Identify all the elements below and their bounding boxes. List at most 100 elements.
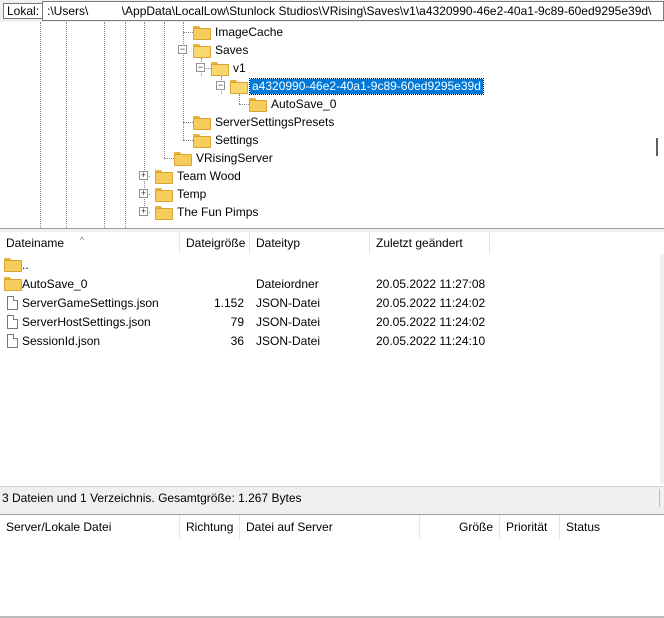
- tree-item-temp[interactable]: Temp: [155, 185, 208, 203]
- file-type: JSON-Datei: [256, 315, 321, 329]
- folder-icon: [193, 116, 211, 130]
- file-list-scrollbar[interactable]: [660, 254, 664, 484]
- collapse-icon[interactable]: −: [196, 63, 205, 72]
- column-header-filename[interactable]: Dateiname ^: [0, 232, 180, 254]
- folder-icon: [193, 134, 211, 148]
- tree-item-label: ServerSettingsPresets: [215, 114, 335, 129]
- status-divider: [659, 489, 660, 507]
- file-type: JSON-Datei: [256, 334, 321, 348]
- file-name-cell: AutoSave_0: [4, 275, 87, 294]
- queue-column-status[interactable]: Status: [560, 515, 664, 539]
- tree-guide-line: [66, 22, 67, 228]
- column-header-label: Zuletzt geändert: [376, 236, 463, 250]
- local-file-list[interactable]: Dateiname ^ Dateigröße Dateityp Zuletzt …: [0, 232, 664, 484]
- tree-guide-line: [125, 22, 126, 228]
- tree-connector: [183, 122, 193, 123]
- expand-icon[interactable]: +: [139, 171, 148, 180]
- file-name-cell: ServerHostSettings.json: [7, 313, 151, 332]
- tree-scrollbar-thumb[interactable]: [656, 138, 658, 156]
- file-row-servergamesettings[interactable]: ServerGameSettings.json 1.152 JSON-Datei…: [0, 294, 664, 313]
- tree-guide-line: [40, 22, 41, 228]
- file-row-autosave-0[interactable]: AutoSave_0 Dateiordner 20.05.2022 11:27:…: [0, 275, 664, 294]
- sort-ascending-icon: ^: [80, 235, 85, 245]
- tree-guide-line: [144, 22, 145, 214]
- tree-item-autosave-0[interactable]: AutoSave_0: [249, 95, 338, 113]
- column-header-label: Server/Lokale Datei: [6, 520, 112, 534]
- tree-item-label: Settings: [215, 132, 259, 147]
- tree-item-label-selected: a4320990-46e2-40a1-9c89-60ed9295e39d: [249, 77, 484, 95]
- tree-item-v1[interactable]: v1: [211, 59, 248, 77]
- tree-item-label: Saves: [215, 42, 249, 57]
- tree-connector: [183, 32, 193, 33]
- column-header-label: Dateiname: [6, 236, 65, 250]
- tree-connector: [239, 104, 249, 105]
- folder-icon: [4, 258, 22, 273]
- file-name: SessionId.json: [22, 334, 101, 348]
- tree-item-the-fun-pimps[interactable]: The Fun Pimps: [155, 203, 260, 221]
- file-size: 1.152: [213, 296, 244, 310]
- file-modified: 20.05.2022 11:24:02: [376, 315, 486, 329]
- file-name-cell: SessionId.json: [7, 332, 100, 351]
- tree-item-label: AutoSave_0: [271, 96, 337, 111]
- file-name-cell: ServerGameSettings.json: [7, 294, 159, 313]
- folder-icon: [155, 206, 173, 220]
- tree-item-vrisingserver[interactable]: VRisingServer: [174, 149, 275, 167]
- file-name: AutoSave_0: [22, 277, 88, 291]
- collapse-icon[interactable]: −: [216, 81, 225, 90]
- column-header-label: Datei auf Server: [246, 520, 333, 534]
- column-header-filetype[interactable]: Dateityp: [250, 232, 370, 254]
- folder-icon: [193, 26, 211, 40]
- file-row-sessionid[interactable]: SessionId.json 36 JSON-Datei 20.05.2022 …: [0, 332, 664, 351]
- column-header-label: Dateityp: [256, 236, 301, 250]
- file-icon: [7, 314, 18, 329]
- tree-item-serversettingspresets[interactable]: ServerSettingsPresets: [193, 113, 336, 131]
- column-header-label: Richtung: [186, 520, 234, 534]
- queue-column-size[interactable]: Größe: [420, 515, 500, 539]
- tree-item-label: VRisingServer: [196, 150, 273, 165]
- file-size: 79: [230, 315, 244, 329]
- file-modified: 20.05.2022 11:27:08: [376, 277, 486, 291]
- file-row-serverhostsettings[interactable]: ServerHostSettings.json 79 JSON-Datei 20…: [0, 313, 664, 332]
- folder-open-icon: [230, 80, 248, 94]
- column-header-label: Größe: [458, 520, 493, 534]
- collapse-icon[interactable]: −: [178, 45, 187, 54]
- local-path-label: Lokal:: [3, 3, 44, 19]
- tree-item-label: Temp: [177, 186, 207, 201]
- queue-column-direction[interactable]: Richtung: [180, 515, 240, 539]
- queue-column-priority[interactable]: Priorität: [500, 515, 560, 539]
- folder-icon: [249, 98, 267, 112]
- file-name: ..: [22, 258, 29, 272]
- folder-icon: [155, 188, 173, 202]
- folder-icon: [4, 277, 22, 292]
- file-modified: 20.05.2022 11:24:10: [376, 334, 486, 348]
- tree-item-label: The Fun Pimps: [177, 204, 259, 219]
- tree-item-save-guid[interactable]: a4320990-46e2-40a1-9c89-60ed9295e39d: [230, 77, 484, 95]
- file-row-parent[interactable]: ..: [0, 256, 664, 275]
- local-status-bar: 3 Dateien und 1 Verzeichnis. Gesamtgröße…: [0, 486, 664, 510]
- column-header-label: Status: [566, 520, 601, 534]
- tree-connector: [183, 140, 193, 141]
- column-header-filesize[interactable]: Dateigröße: [180, 232, 250, 254]
- tree-connector: [164, 158, 174, 159]
- tree-guide-line: [164, 22, 165, 158]
- column-header-modified[interactable]: Zuletzt geändert: [370, 232, 490, 254]
- tree-scrollbar[interactable]: [647, 22, 664, 228]
- folder-icon: [155, 170, 173, 184]
- expand-icon[interactable]: +: [139, 189, 148, 198]
- tree-item-settings[interactable]: Settings: [193, 131, 260, 149]
- tree-item-saves[interactable]: Saves: [193, 41, 250, 59]
- file-size: [180, 275, 244, 294]
- tree-guide-line: [239, 94, 240, 104]
- local-path-input[interactable]: :\Users\ \AppData\LocalLow\Stunlock Stud…: [42, 1, 664, 21]
- tree-item-label: ImageCache: [215, 24, 284, 39]
- file-icon: [7, 295, 18, 310]
- local-directory-tree[interactable]: − − − + + + ImageCache Saves v1 a4320990…: [0, 22, 664, 228]
- tree-item-imagecache[interactable]: ImageCache: [193, 23, 285, 41]
- local-path-bar: Lokal: :\Users\ \AppData\LocalLow\Stunlo…: [0, 0, 664, 22]
- queue-column-local-file[interactable]: Server/Lokale Datei: [0, 515, 180, 539]
- transfer-queue[interactable]: Server/Lokale Datei Richtung Datei auf S…: [0, 515, 664, 618]
- queue-column-remote-file[interactable]: Datei auf Server: [240, 515, 420, 539]
- tree-item-team-wood[interactable]: Team Wood: [155, 167, 243, 185]
- expand-icon[interactable]: +: [139, 207, 148, 216]
- file-name-cell: ..: [4, 256, 29, 275]
